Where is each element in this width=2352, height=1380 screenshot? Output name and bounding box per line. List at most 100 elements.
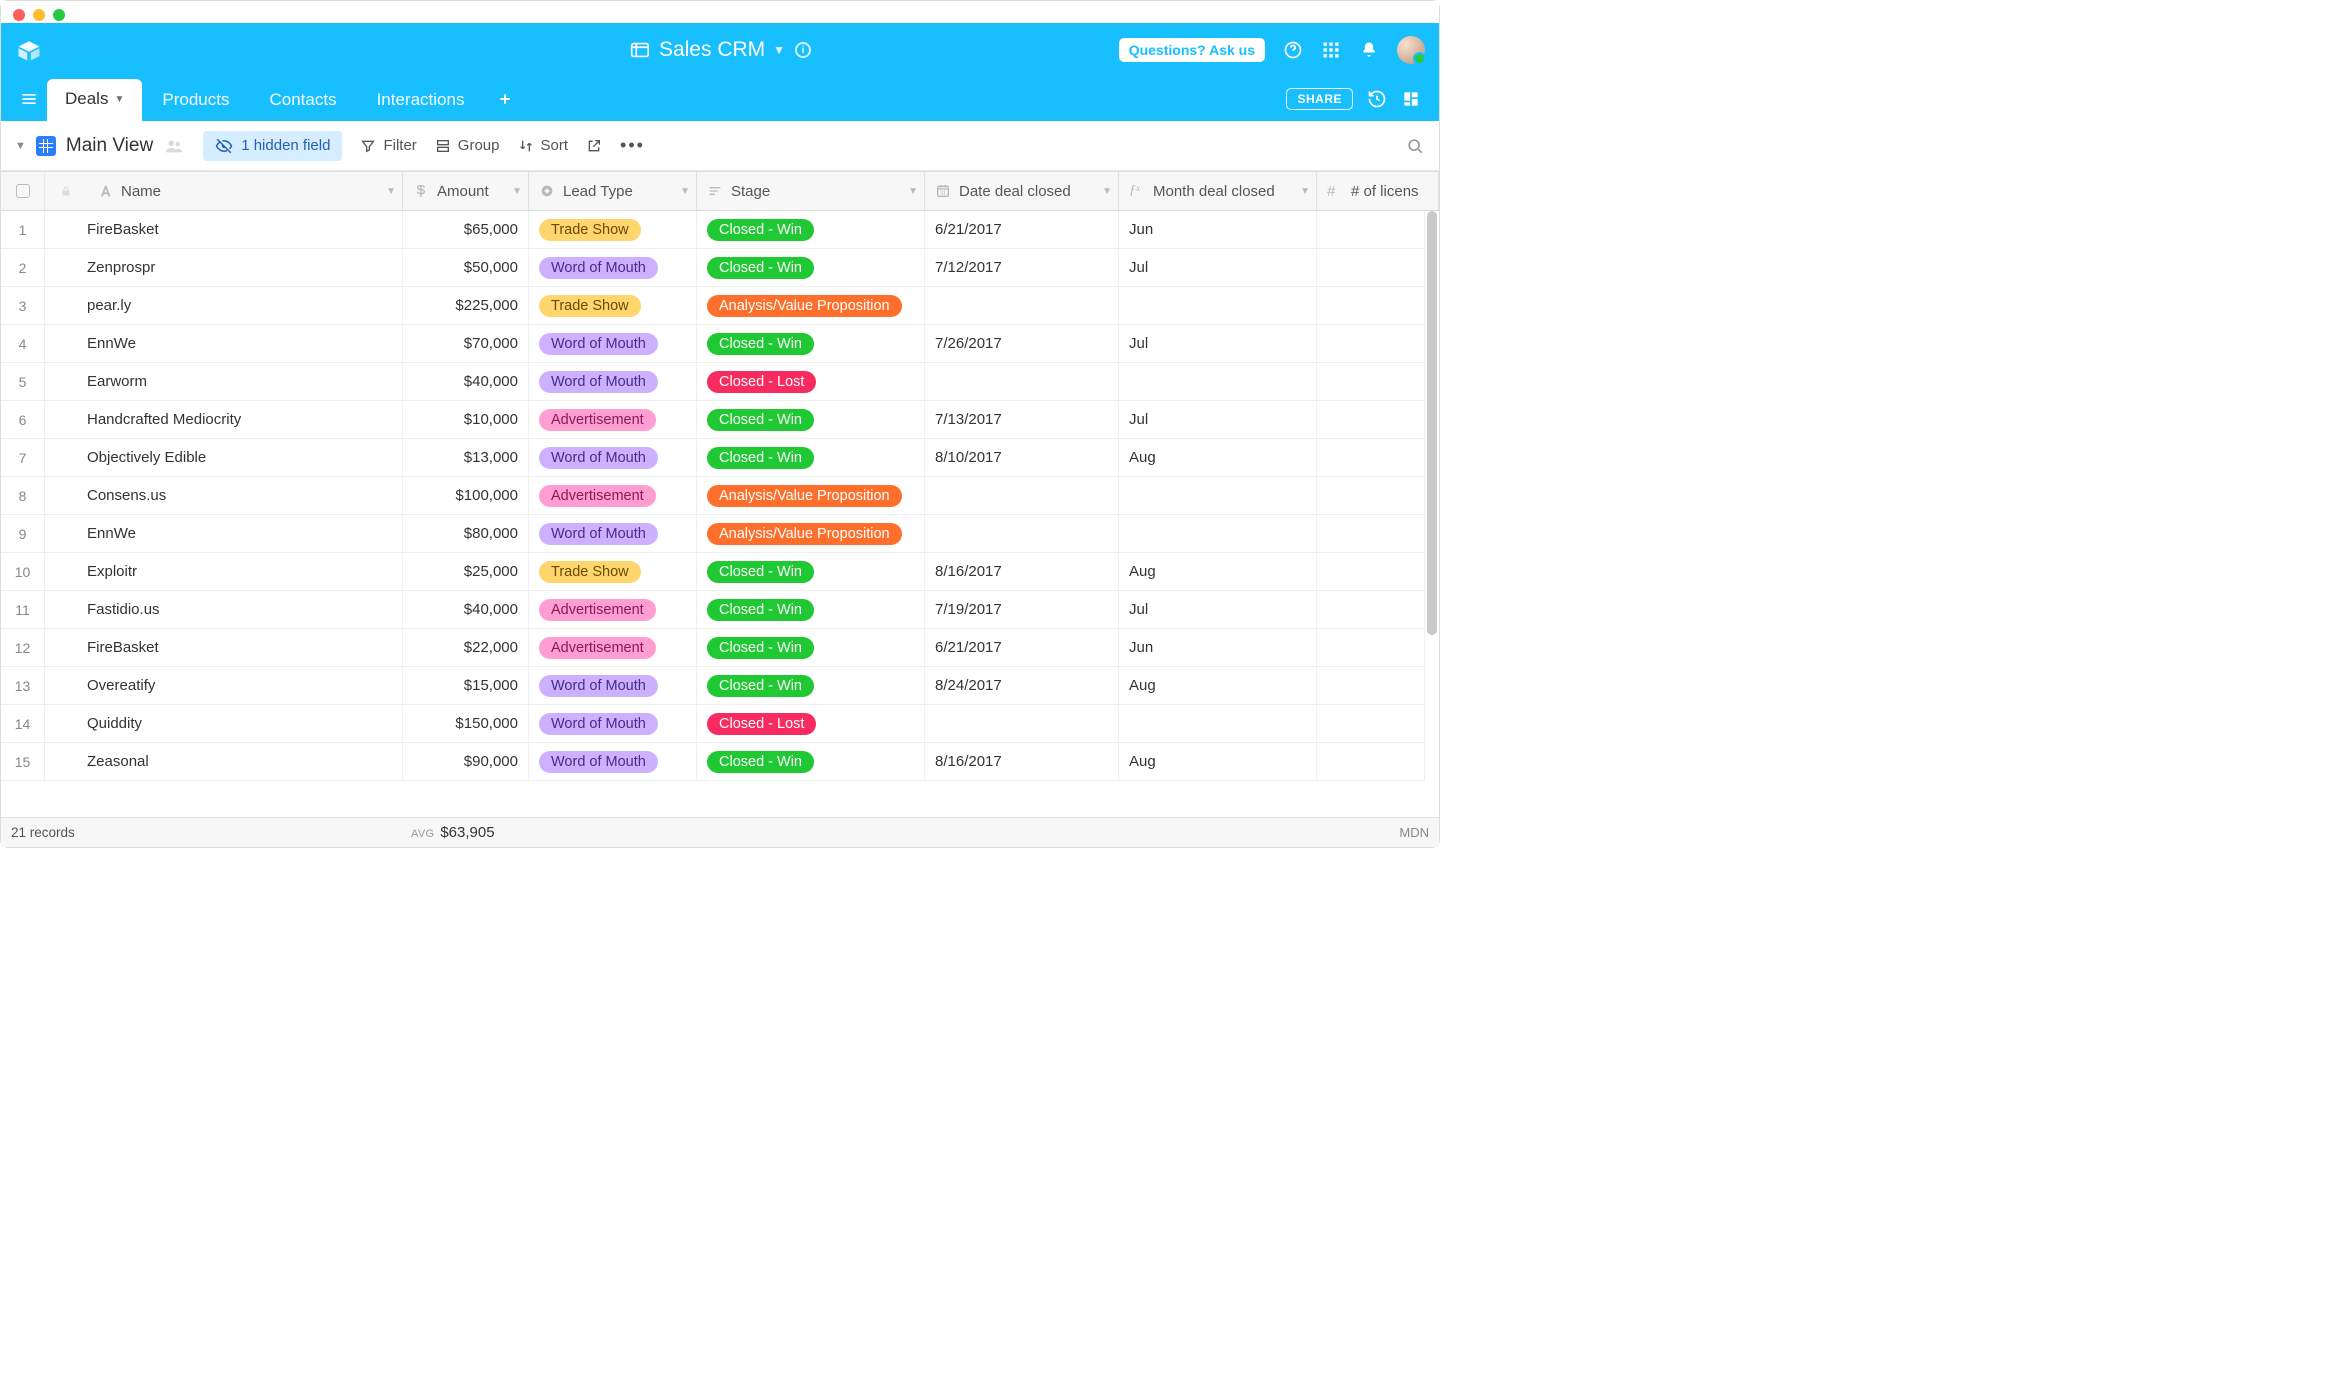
hidden-fields-button[interactable]: 1 hidden field: [203, 131, 342, 161]
cell-amount[interactable]: $100,000: [403, 477, 529, 514]
cell-licenses[interactable]: [1317, 629, 1425, 666]
cell-stage[interactable]: Closed - Win: [697, 591, 925, 628]
cell-name[interactable]: Exploitr: [87, 553, 403, 590]
cell-date[interactable]: [925, 363, 1119, 400]
row-expand[interactable]: [45, 743, 87, 780]
cell-name[interactable]: Earworm: [87, 363, 403, 400]
cell-stage[interactable]: Closed - Win: [697, 743, 925, 780]
cell-licenses[interactable]: [1317, 249, 1425, 286]
table-row[interactable]: 4EnnWe$70,000Word of MouthClosed - Win7/…: [1, 325, 1425, 363]
row-expand[interactable]: [45, 553, 87, 590]
cell-lead[interactable]: Word of Mouth: [529, 363, 697, 400]
cell-lead[interactable]: Word of Mouth: [529, 325, 697, 362]
row-expand[interactable]: [45, 249, 87, 286]
cell-lead[interactable]: Word of Mouth: [529, 667, 697, 704]
tab-contacts[interactable]: Contacts: [249, 79, 356, 121]
cell-lead[interactable]: Advertisement: [529, 629, 697, 666]
cell-date[interactable]: 7/19/2017: [925, 591, 1119, 628]
blocks-icon[interactable]: [1401, 89, 1421, 109]
cell-amount[interactable]: $13,000: [403, 439, 529, 476]
cell-stage[interactable]: Closed - Win: [697, 325, 925, 362]
row-expand[interactable]: [45, 667, 87, 704]
row-expand[interactable]: [45, 287, 87, 324]
cell-date[interactable]: 7/26/2017: [925, 325, 1119, 362]
cell-month[interactable]: Aug: [1119, 553, 1317, 590]
table-row[interactable]: 9EnnWe$80,000Word of MouthAnalysis/Value…: [1, 515, 1425, 553]
views-menu-caret-icon[interactable]: ▼: [15, 140, 26, 152]
cell-month[interactable]: Jul: [1119, 249, 1317, 286]
cell-licenses[interactable]: [1317, 705, 1425, 742]
row-expand[interactable]: [45, 363, 87, 400]
cell-licenses[interactable]: [1317, 743, 1425, 780]
sidebar-toggle-icon[interactable]: [11, 89, 47, 109]
window-minimize-icon[interactable]: [33, 9, 45, 21]
cell-stage[interactable]: Closed - Lost: [697, 705, 925, 742]
chevron-down-icon[interactable]: ▼: [1102, 186, 1112, 197]
cell-amount[interactable]: $25,000: [403, 553, 529, 590]
tab-deals[interactable]: Deals▼: [47, 79, 142, 121]
row-expand[interactable]: [45, 591, 87, 628]
cell-month[interactable]: Aug: [1119, 667, 1317, 704]
cell-month[interactable]: [1119, 477, 1317, 514]
table-row[interactable]: 1FireBasket$65,000Trade ShowClosed - Win…: [1, 211, 1425, 249]
cell-lead[interactable]: Trade Show: [529, 287, 697, 324]
history-icon[interactable]: [1367, 89, 1387, 109]
table-row[interactable]: 2Zenprospr$50,000Word of MouthClosed - W…: [1, 249, 1425, 287]
cell-amount[interactable]: $150,000: [403, 705, 529, 742]
column-header-lead[interactable]: Lead Type▼: [529, 172, 697, 210]
cell-stage[interactable]: Closed - Win: [697, 667, 925, 704]
chevron-down-icon[interactable]: ▼: [386, 186, 396, 197]
row-expand[interactable]: [45, 211, 87, 248]
table-row[interactable]: 13Overeatify$15,000Word of MouthClosed -…: [1, 667, 1425, 705]
view-name[interactable]: Main View: [66, 135, 153, 157]
base-title[interactable]: Sales CRM ▼ i: [629, 38, 811, 62]
cell-date[interactable]: 6/21/2017: [925, 211, 1119, 248]
cell-amount[interactable]: $10,000: [403, 401, 529, 438]
cell-name[interactable]: pear.ly: [87, 287, 403, 324]
column-summary-amount[interactable]: AVG $63,905: [411, 824, 495, 841]
cell-licenses[interactable]: [1317, 515, 1425, 552]
cell-lead[interactable]: Word of Mouth: [529, 439, 697, 476]
cell-amount[interactable]: $15,000: [403, 667, 529, 704]
cell-licenses[interactable]: [1317, 591, 1425, 628]
share-view-icon[interactable]: [586, 138, 602, 154]
cell-month[interactable]: Aug: [1119, 439, 1317, 476]
table-row[interactable]: 7Objectively Edible$13,000Word of MouthC…: [1, 439, 1425, 477]
cell-amount[interactable]: $22,000: [403, 629, 529, 666]
tab-products[interactable]: Products: [142, 79, 249, 121]
cell-name[interactable]: Zenprospr: [87, 249, 403, 286]
cell-licenses[interactable]: [1317, 363, 1425, 400]
cell-stage[interactable]: Closed - Win: [697, 401, 925, 438]
cell-name[interactable]: FireBasket: [87, 629, 403, 666]
column-header-date[interactable]: 31Date deal closed▼: [925, 172, 1119, 210]
table-row[interactable]: 8Consens.us$100,000AdvertisementAnalysis…: [1, 477, 1425, 515]
cell-month[interactable]: Jul: [1119, 401, 1317, 438]
cell-licenses[interactable]: [1317, 553, 1425, 590]
user-avatar[interactable]: [1397, 36, 1425, 64]
cell-date[interactable]: 8/16/2017: [925, 743, 1119, 780]
cell-lead[interactable]: Trade Show: [529, 553, 697, 590]
table-row[interactable]: 12FireBasket$22,000AdvertisementClosed -…: [1, 629, 1425, 667]
cell-lead[interactable]: Word of Mouth: [529, 515, 697, 552]
chevron-down-icon[interactable]: ▼: [680, 186, 690, 197]
table-row[interactable]: 11Fastidio.us$40,000AdvertisementClosed …: [1, 591, 1425, 629]
column-header-month[interactable]: ƒxMonth deal closed▼: [1119, 172, 1317, 210]
cell-date[interactable]: 7/12/2017: [925, 249, 1119, 286]
cell-month[interactable]: Jul: [1119, 591, 1317, 628]
window-zoom-icon[interactable]: [53, 9, 65, 21]
cell-name[interactable]: EnnWe: [87, 515, 403, 552]
cell-licenses[interactable]: [1317, 477, 1425, 514]
cell-amount[interactable]: $40,000: [403, 363, 529, 400]
select-all-checkbox[interactable]: [1, 172, 45, 210]
column-header-licenses[interactable]: ## of licens: [1317, 172, 1439, 210]
collaborators-icon[interactable]: [163, 135, 185, 157]
column-header-amount[interactable]: Amount▼: [403, 172, 529, 210]
cell-lead[interactable]: Word of Mouth: [529, 249, 697, 286]
cell-month[interactable]: [1119, 287, 1317, 324]
cell-stage[interactable]: Closed - Win: [697, 629, 925, 666]
table-row[interactable]: 15Zeasonal$90,000Word of MouthClosed - W…: [1, 743, 1425, 781]
cell-name[interactable]: Handcrafted Mediocrity: [87, 401, 403, 438]
cell-amount[interactable]: $90,000: [403, 743, 529, 780]
cell-date[interactable]: 8/24/2017: [925, 667, 1119, 704]
cell-date[interactable]: 7/13/2017: [925, 401, 1119, 438]
